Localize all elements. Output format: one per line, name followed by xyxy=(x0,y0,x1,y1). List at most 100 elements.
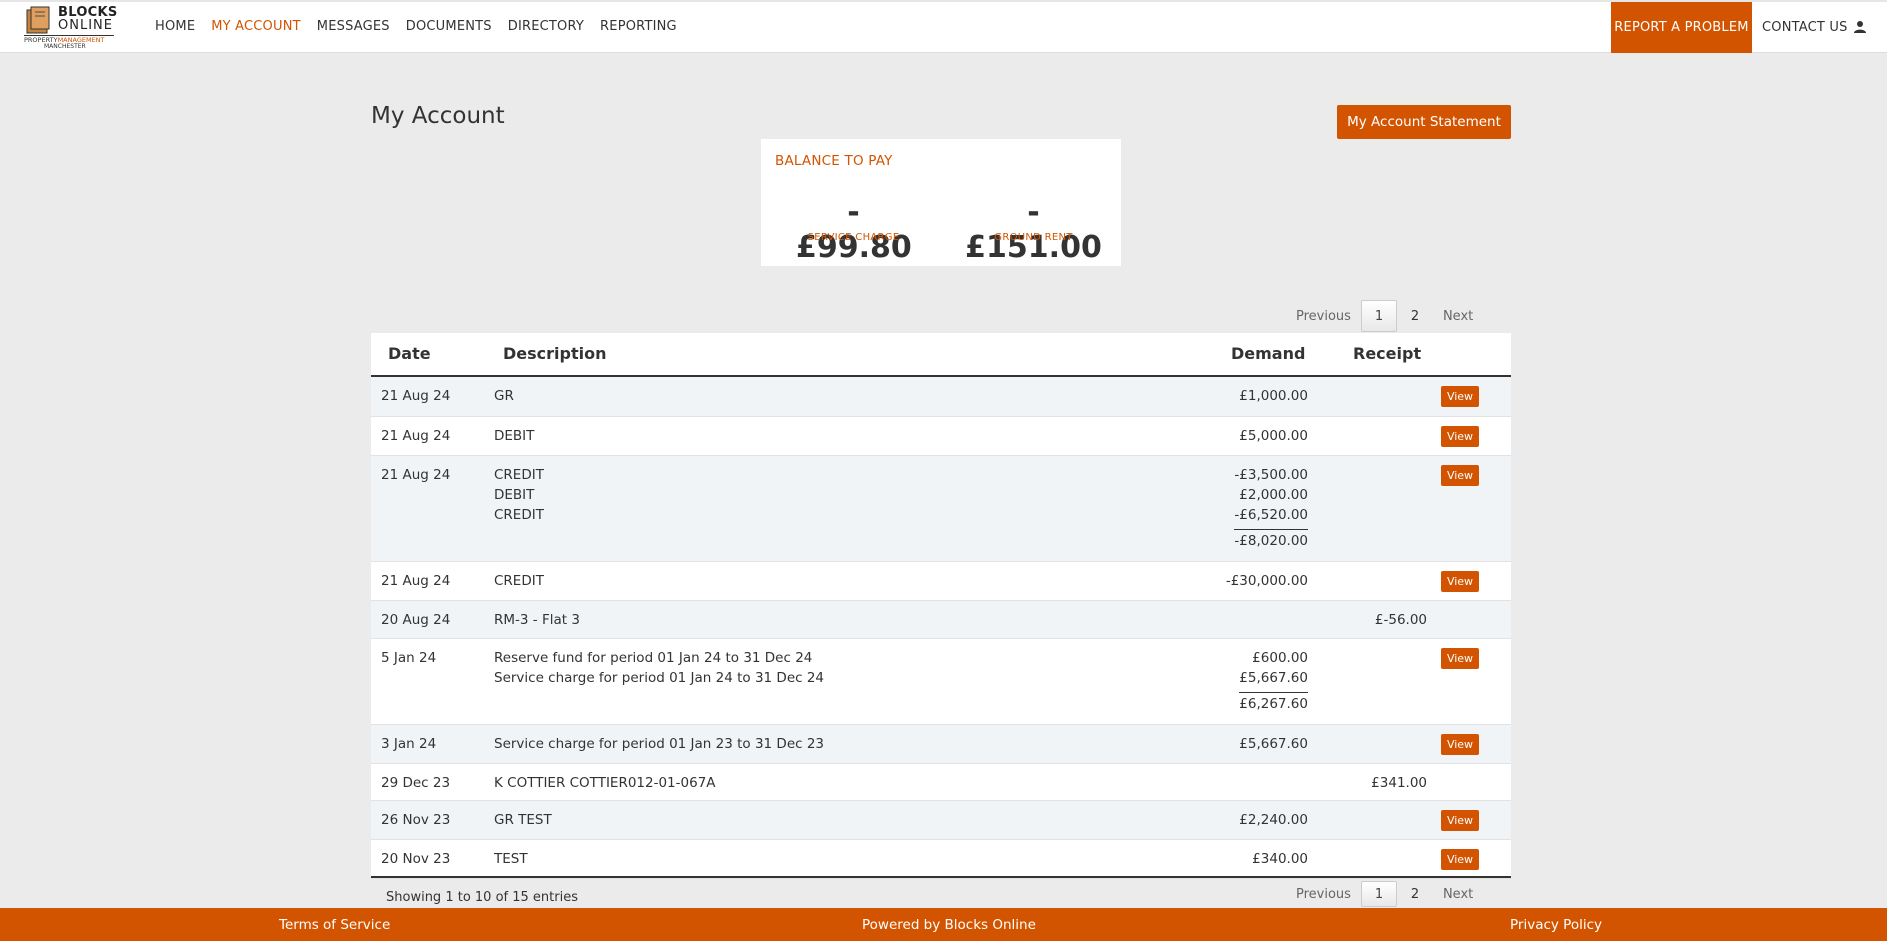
row-date: 20 Aug 24 xyxy=(381,612,451,628)
pagination-previous[interactable]: Previous xyxy=(1286,887,1361,902)
pagination-next[interactable]: Next xyxy=(1433,309,1483,324)
row-receipt: £-56.00 xyxy=(1374,612,1427,628)
nav-directory[interactable]: DIRECTORY xyxy=(508,19,584,34)
footer: Terms of Service Powered by Blocks Onlin… xyxy=(0,908,1887,941)
row-date: 20 Nov 23 xyxy=(381,851,451,867)
row-date: 5 Jan 24 xyxy=(381,650,437,666)
row-demand: £5,667.60 xyxy=(1239,734,1308,754)
table-body: 21 Aug 24 GR £1,000.00 View 21 Aug 24 DEBIT £5… xyxy=(371,377,1511,879)
description-line: CREDIT xyxy=(494,507,544,523)
table-row: 29 Dec 23 K COTTIER COTTIER012-01-067A £34… xyxy=(371,764,1511,801)
table-row: 21 Aug 24 DEBIT £5,000.00 View xyxy=(371,417,1511,456)
demand-line: -£30,000.00 xyxy=(1225,573,1308,589)
demand-line: £5,667.60 xyxy=(1239,736,1308,752)
table-row: 21 Aug 24 CREDIT DEBIT CREDIT -£3,500.00 £2,0… xyxy=(371,456,1511,562)
description-line: RM-3 - Flat 3 xyxy=(494,612,580,628)
demand-total: £6,267.60 xyxy=(1239,692,1308,714)
view-button[interactable]: View xyxy=(1441,648,1479,669)
contact-us-link[interactable]: CONTACT US xyxy=(1762,20,1848,35)
account-statement-button[interactable]: My Account Statement xyxy=(1337,105,1511,139)
row-description: K COTTIER COTTIER012-01-067A xyxy=(494,773,716,793)
demand-line: £5,667.60 xyxy=(1239,670,1308,686)
report-problem-button[interactable]: REPORT A PROBLEM xyxy=(1611,2,1752,53)
pagination-page-2[interactable]: 2 xyxy=(1397,300,1433,332)
row-date: 21 Aug 24 xyxy=(381,467,451,483)
demand-total: -£8,020.00 xyxy=(1234,529,1308,551)
pagination-previous[interactable]: Previous xyxy=(1286,309,1361,324)
nav-reporting[interactable]: REPORTING xyxy=(600,19,677,34)
row-demand: £1,000.00 xyxy=(1239,386,1308,406)
row-description: Reserve fund for period 01 Jan 24 to 31 … xyxy=(494,648,824,688)
pagination-page-1[interactable]: 1 xyxy=(1360,300,1397,332)
description-line: GR TEST xyxy=(494,812,552,828)
row-description: CREDIT xyxy=(494,571,544,591)
row-date: 21 Aug 24 xyxy=(381,428,451,444)
service-charge-amount: -£99.80 xyxy=(796,195,912,265)
table-row: 20 Aug 24 RM-3 - Flat 3 £-56.00 xyxy=(371,601,1511,639)
main-nav: HOME MY ACCOUNT MESSAGES DOCUMENTS DIREC… xyxy=(155,19,677,34)
row-description: CREDIT DEBIT CREDIT xyxy=(494,465,544,525)
table-row: 21 Aug 24 CREDIT -£30,000.00 View xyxy=(371,562,1511,601)
nav-messages[interactable]: MESSAGES xyxy=(317,19,390,34)
row-demand: -£3,500.00 £2,000.00 -£6,520.00 -£8,020.00 xyxy=(1234,465,1308,551)
pagination-page-2[interactable]: 2 xyxy=(1397,881,1433,907)
description-line: DEBIT xyxy=(494,428,535,444)
row-description: TEST xyxy=(494,849,528,869)
column-header-demand[interactable]: Demand xyxy=(1231,344,1305,363)
blocks-online-logo[interactable]: BLOCKS ONLINE PROPERTYMANAGEMENT MANCHES… xyxy=(22,4,117,52)
demand-line: £5,000.00 xyxy=(1239,428,1308,444)
page-title: My Account xyxy=(371,103,505,129)
transactions-table: Date Description Demand Receipt 21 Aug 2… xyxy=(371,333,1511,879)
pagination-next[interactable]: Next xyxy=(1433,887,1483,902)
table-row: 3 Jan 24 Service charge for period 01 Jan… xyxy=(371,725,1511,764)
view-button[interactable]: View xyxy=(1441,465,1479,486)
description-line: CREDIT xyxy=(494,467,544,483)
row-demand: £5,000.00 xyxy=(1239,426,1308,446)
row-date: 21 Aug 24 xyxy=(381,573,451,589)
nav-documents[interactable]: DOCUMENTS xyxy=(406,19,492,34)
nav-my-account[interactable]: MY ACCOUNT xyxy=(211,19,301,34)
pagination-bottom: Previous 1 2 Next xyxy=(1286,881,1483,907)
description-line: TEST xyxy=(494,851,528,867)
row-demand: £600.00 £5,667.60 £6,267.60 xyxy=(1239,648,1308,714)
table-row: 5 Jan 24 Reserve fund for period 01 Jan 2… xyxy=(371,639,1511,725)
row-description: DEBIT xyxy=(494,426,534,446)
view-button[interactable]: View xyxy=(1441,426,1479,447)
table-bottom-border xyxy=(371,876,1511,878)
building-blocks-icon xyxy=(26,6,50,34)
column-header-date[interactable]: Date xyxy=(388,344,431,363)
ground-rent-label: GROUND RENT xyxy=(994,232,1073,243)
view-button[interactable]: View xyxy=(1441,571,1479,592)
description-line: CREDIT xyxy=(494,573,544,589)
row-description: RM-3 - Flat 3 xyxy=(494,610,580,630)
column-header-receipt[interactable]: Receipt xyxy=(1353,344,1421,363)
demand-line: £2,240.00 xyxy=(1239,812,1308,828)
table-row: 26 Nov 23 GR TEST £2,240.00 View xyxy=(371,801,1511,840)
demand-line: £1,000.00 xyxy=(1239,388,1308,404)
row-demand: -£30,000.00 xyxy=(1226,571,1308,591)
row-date: 29 Dec 23 xyxy=(381,775,451,791)
table-header: Date Description Demand Receipt xyxy=(371,333,1511,377)
balance-title: BALANCE TO PAY xyxy=(775,153,893,169)
demand-line: -£3,500.00 xyxy=(1234,467,1308,483)
description-line: Service charge for period 01 Jan 23 to 3… xyxy=(494,736,825,752)
view-button[interactable]: View xyxy=(1441,386,1479,407)
view-button[interactable]: View xyxy=(1441,734,1479,755)
description-line: GR xyxy=(494,388,514,404)
nav-home[interactable]: HOME xyxy=(155,19,195,34)
view-button[interactable]: View xyxy=(1441,810,1479,831)
privacy-link[interactable]: Privacy Policy xyxy=(1510,917,1602,933)
user-icon[interactable] xyxy=(1853,20,1867,34)
description-line: K COTTIER COTTIER012-01-067A xyxy=(494,775,716,791)
row-description: Service charge for period 01 Jan 23 to 3… xyxy=(494,734,824,754)
logo-text-online: ONLINE xyxy=(58,18,113,33)
terms-link[interactable]: Terms of Service xyxy=(279,917,390,933)
demand-line: £340.00 xyxy=(1252,851,1308,867)
demand-line: £600.00 xyxy=(1252,650,1308,666)
row-receipt: £341.00 xyxy=(1371,775,1427,791)
top-navbar: BLOCKS ONLINE PROPERTYMANAGEMENT MANCHES… xyxy=(0,0,1887,53)
view-button[interactable]: View xyxy=(1441,849,1479,870)
column-header-description[interactable]: Description xyxy=(503,344,606,363)
pagination-page-1[interactable]: 1 xyxy=(1360,881,1397,907)
row-demand: £340.00 xyxy=(1252,849,1308,869)
